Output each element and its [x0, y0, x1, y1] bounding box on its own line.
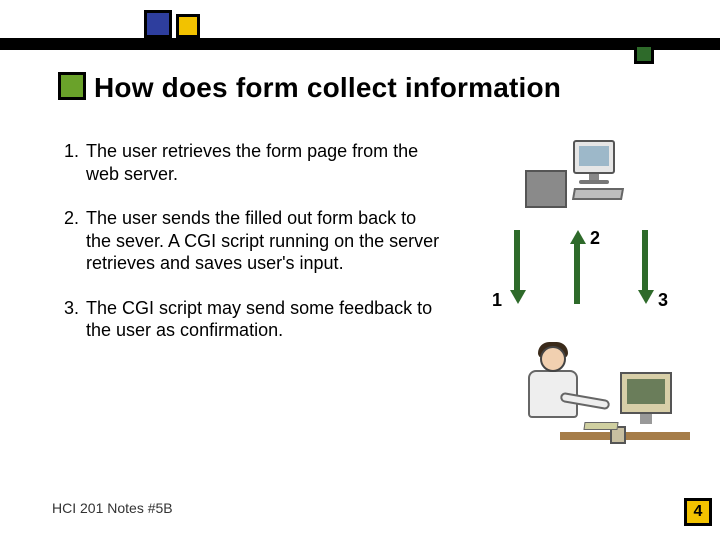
list-item: 2. The user sends the filled out form ba… [64, 207, 444, 275]
arrow-2-up-icon [570, 230, 584, 304]
item-number: 1. [64, 140, 86, 185]
item-text: The user retrieves the form page from th… [86, 140, 444, 185]
item-number: 2. [64, 207, 86, 275]
arrow-label-1: 1 [492, 290, 502, 311]
deco-square-green [58, 72, 86, 100]
deco-square-darkgreen [634, 44, 654, 64]
server-icon [525, 140, 655, 210]
page-number-badge: 4 [684, 498, 712, 526]
arrow-1-down-icon [510, 230, 524, 304]
figure: 1 2 3 [470, 140, 700, 470]
list-item: 3. The CGI script may send some feedback… [64, 297, 444, 342]
list-item: 1. The user retrieves the form page from… [64, 140, 444, 185]
arrow-label-2: 2 [590, 228, 600, 249]
slide: { "title": "How does form collect inform… [0, 0, 720, 540]
header-bar [0, 38, 720, 50]
user-at-computer-icon [500, 340, 690, 460]
arrow-3-down-icon [638, 230, 652, 304]
item-number: 3. [64, 297, 86, 342]
page-number: 4 [694, 503, 703, 521]
deco-square-blue [144, 10, 172, 38]
page-title: How does form collect information [94, 72, 561, 104]
deco-square-yellow [176, 14, 200, 38]
footer-note: HCI 201 Notes #5B [52, 500, 173, 516]
body-text: 1. The user retrieves the form page from… [64, 140, 444, 364]
item-text: The user sends the filled out form back … [86, 207, 444, 275]
item-text: The CGI script may send some feedback to… [86, 297, 444, 342]
arrow-label-3: 3 [658, 290, 668, 311]
